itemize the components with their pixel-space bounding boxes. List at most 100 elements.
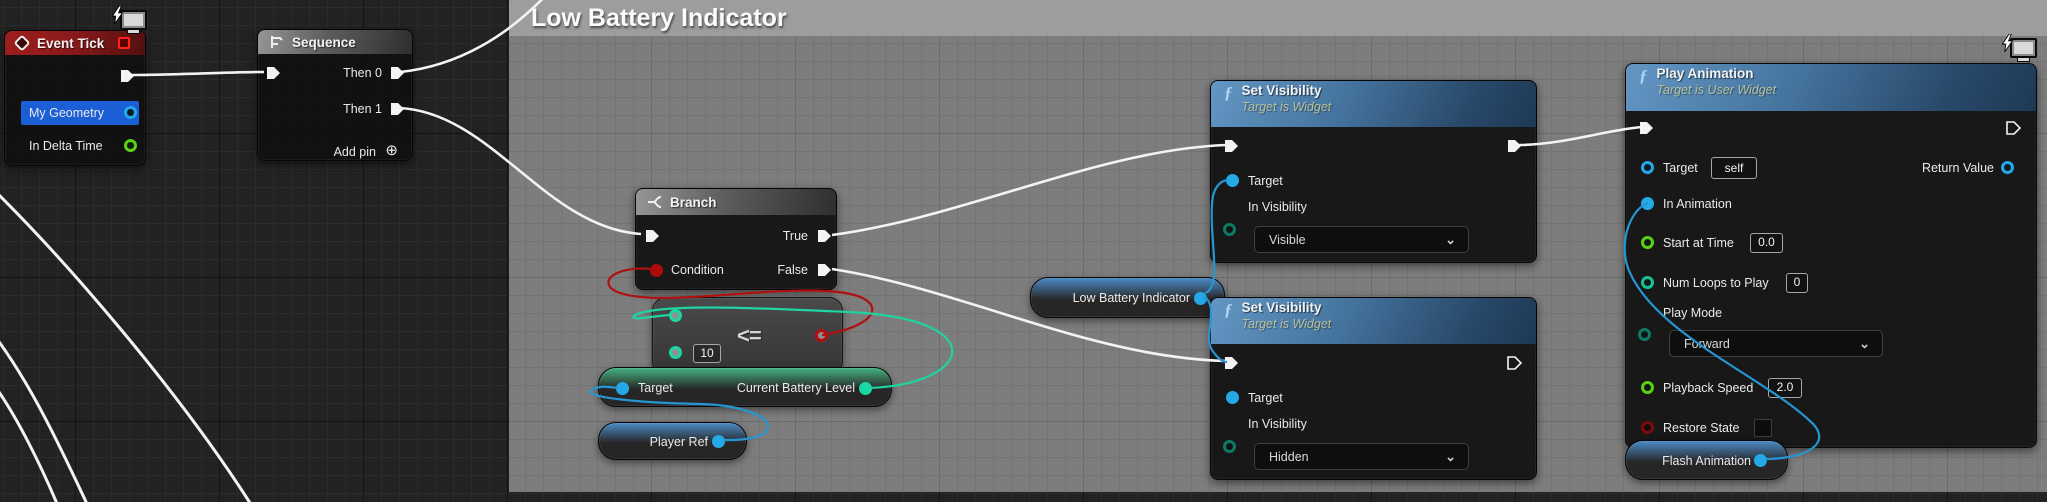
- branch-header: Branch: [636, 189, 836, 215]
- compare-result-pin[interactable]: [815, 329, 828, 342]
- wire-offscreen-1[interactable]: [0, 190, 252, 502]
- pin-label-then0: Then 0: [343, 66, 382, 80]
- return-value-pin[interactable]: [2001, 161, 2014, 174]
- player-ref-label: Player Ref: [649, 435, 708, 449]
- exec-in-pin[interactable]: [1223, 355, 1239, 371]
- node-title: Sequence: [292, 34, 356, 50]
- play-mode-pin[interactable]: [1638, 328, 1651, 341]
- exec-in-pin[interactable]: [644, 228, 660, 244]
- pin-label-then1: Then 1: [343, 102, 382, 116]
- node-get-current-battery-level[interactable]: Target Current Battery Level: [598, 367, 892, 407]
- node-subtitle: Target is Widget: [1241, 100, 1332, 114]
- then1-exec-pin[interactable]: [389, 101, 405, 117]
- node-player-ref[interactable]: Player Ref: [598, 422, 747, 460]
- condition-pin[interactable]: [650, 264, 663, 277]
- add-pin-label: Add pin: [333, 145, 376, 159]
- exec-in-pin[interactable]: [265, 65, 281, 81]
- node-subtitle: Target is Widget: [1241, 317, 1332, 331]
- my-geometry-pin[interactable]: [124, 106, 137, 119]
- wire-offscreen-2[interactable]: [0, 335, 88, 502]
- in-visibility-dropdown[interactable]: Visible ⌄: [1254, 226, 1469, 253]
- node-event-tick[interactable]: Event Tick My Geometry In Delta Time: [4, 30, 146, 166]
- node-flash-animation[interactable]: Flash Animation: [1625, 440, 1788, 480]
- comment-header[interactable]: Low Battery Indicator: [509, 0, 2047, 36]
- pin-label-in-delta-time: In Delta Time: [29, 139, 103, 153]
- node-branch[interactable]: Branch Condition True False: [635, 188, 837, 290]
- target-pin[interactable]: [1226, 391, 1239, 404]
- node-title: Event Tick: [37, 35, 105, 51]
- node-play-animation[interactable]: ƒ Play Animation Target is User Widget T…: [1625, 63, 2037, 448]
- start-at-time-pin[interactable]: [1641, 236, 1654, 249]
- pin-label-start-at-time: Start at Time: [1663, 236, 1734, 250]
- node-title: Play Animation: [1656, 66, 1754, 81]
- node-sequence[interactable]: Sequence Then 0 Then 1 Add pin ⊕: [257, 29, 413, 161]
- pin-label-in-animation: In Animation: [1663, 197, 1732, 211]
- node-set-visibility-visible[interactable]: ƒ Set Visibility Target is Widget Target…: [1210, 80, 1537, 263]
- low-battery-indicator-pin[interactable]: [1194, 292, 1207, 305]
- pin-label-play-mode: Play Mode: [1663, 306, 1723, 320]
- chevron-down-icon: ⌄: [1859, 335, 1870, 351]
- playback-speed-pin[interactable]: [1641, 381, 1654, 394]
- node-less-equal[interactable]: 10 <=: [652, 297, 843, 375]
- chevron-down-icon: ⌄: [1445, 231, 1456, 247]
- restore-state-pin[interactable]: [1641, 421, 1654, 434]
- then0-exec-pin[interactable]: [389, 65, 405, 81]
- editor-only-monitor-icon: [112, 6, 147, 34]
- pin-label-condition: Condition: [671, 263, 724, 277]
- current-battery-level-pin[interactable]: [859, 382, 872, 395]
- flash-animation-label: Flash Animation: [1662, 454, 1751, 468]
- compare-input-a-pin[interactable]: [669, 309, 682, 322]
- in-delta-time-pin[interactable]: [124, 139, 137, 152]
- breakpoint-icon[interactable]: [118, 37, 130, 49]
- in-visibility-pin[interactable]: [1223, 440, 1236, 453]
- compare-value-input[interactable]: 10: [693, 344, 721, 363]
- function-icon: ƒ: [1224, 83, 1233, 102]
- pin-label-target: Target: [1248, 174, 1283, 188]
- target-pin[interactable]: [1641, 161, 1654, 174]
- false-exec-pin[interactable]: [816, 262, 832, 278]
- pin-label-return-value: Return Value: [1921, 161, 1994, 175]
- editor-only-monitor-icon: [2002, 34, 2037, 62]
- num-loops-input[interactable]: 0: [1786, 273, 1808, 293]
- player-ref-pin[interactable]: [712, 435, 725, 448]
- play-mode-dropdown[interactable]: Forward ⌄: [1669, 330, 1883, 357]
- exec-out-pin[interactable]: [1506, 138, 1522, 154]
- wire-offscreen-3[interactable]: [0, 385, 58, 502]
- target-self-input[interactable]: self: [1711, 157, 1757, 179]
- target-pin[interactable]: [616, 382, 629, 395]
- exec-out-pin[interactable]: [1506, 355, 1522, 371]
- target-pin[interactable]: [1226, 174, 1239, 187]
- low-battery-indicator-label: Low Battery Indicator: [1072, 291, 1190, 305]
- start-at-time-input[interactable]: 0.0: [1750, 233, 1783, 253]
- add-pin-button[interactable]: ⊕: [385, 142, 398, 160]
- set-visibility-header: ƒ Set Visibility Target is Widget: [1211, 298, 1536, 344]
- in-animation-pin[interactable]: [1641, 197, 1654, 210]
- pin-label-restore-state: Restore State: [1663, 421, 1740, 435]
- compare-input-b-pin[interactable]: [669, 346, 682, 359]
- pin-label-in-visibility: In Visibility: [1248, 200, 1307, 214]
- num-loops-pin[interactable]: [1641, 276, 1654, 289]
- flash-animation-pin[interactable]: [1754, 454, 1767, 467]
- wire-eventtick-to-sequence[interactable]: [129, 70, 265, 77]
- restore-state-checkbox[interactable]: [1754, 419, 1772, 437]
- pin-label-num-loops: Num Loops to Play: [1663, 276, 1769, 290]
- pin-label-my-geometry: My Geometry: [29, 106, 105, 120]
- true-exec-pin[interactable]: [816, 228, 832, 244]
- dropdown-value: Hidden: [1269, 449, 1309, 464]
- exec-in-pin[interactable]: [1223, 138, 1239, 154]
- exec-in-pin[interactable]: [1638, 120, 1654, 136]
- node-subtitle: Target is User Widget: [1656, 83, 1777, 97]
- playback-speed-input[interactable]: 2.0: [1768, 378, 1802, 398]
- pin-label-in-visibility: In Visibility: [1248, 417, 1307, 431]
- in-visibility-pin[interactable]: [1223, 223, 1236, 236]
- blueprint-graph-canvas[interactable]: Low Battery Indicator Event Tick My Geom…: [0, 0, 2047, 502]
- node-low-battery-indicator[interactable]: Low Battery Indicator: [1030, 277, 1225, 318]
- dropdown-value: Visible: [1269, 232, 1306, 247]
- less-equal-operator: <=: [737, 323, 762, 348]
- node-set-visibility-hidden[interactable]: ƒ Set Visibility Target is Widget Target…: [1210, 297, 1537, 480]
- function-icon: ƒ: [1639, 66, 1648, 85]
- in-visibility-dropdown[interactable]: Hidden ⌄: [1254, 443, 1469, 470]
- lightning-bolt-icon: [2002, 34, 2014, 52]
- exec-out-pin[interactable]: [119, 68, 135, 84]
- exec-out-pin[interactable]: [2005, 120, 2021, 136]
